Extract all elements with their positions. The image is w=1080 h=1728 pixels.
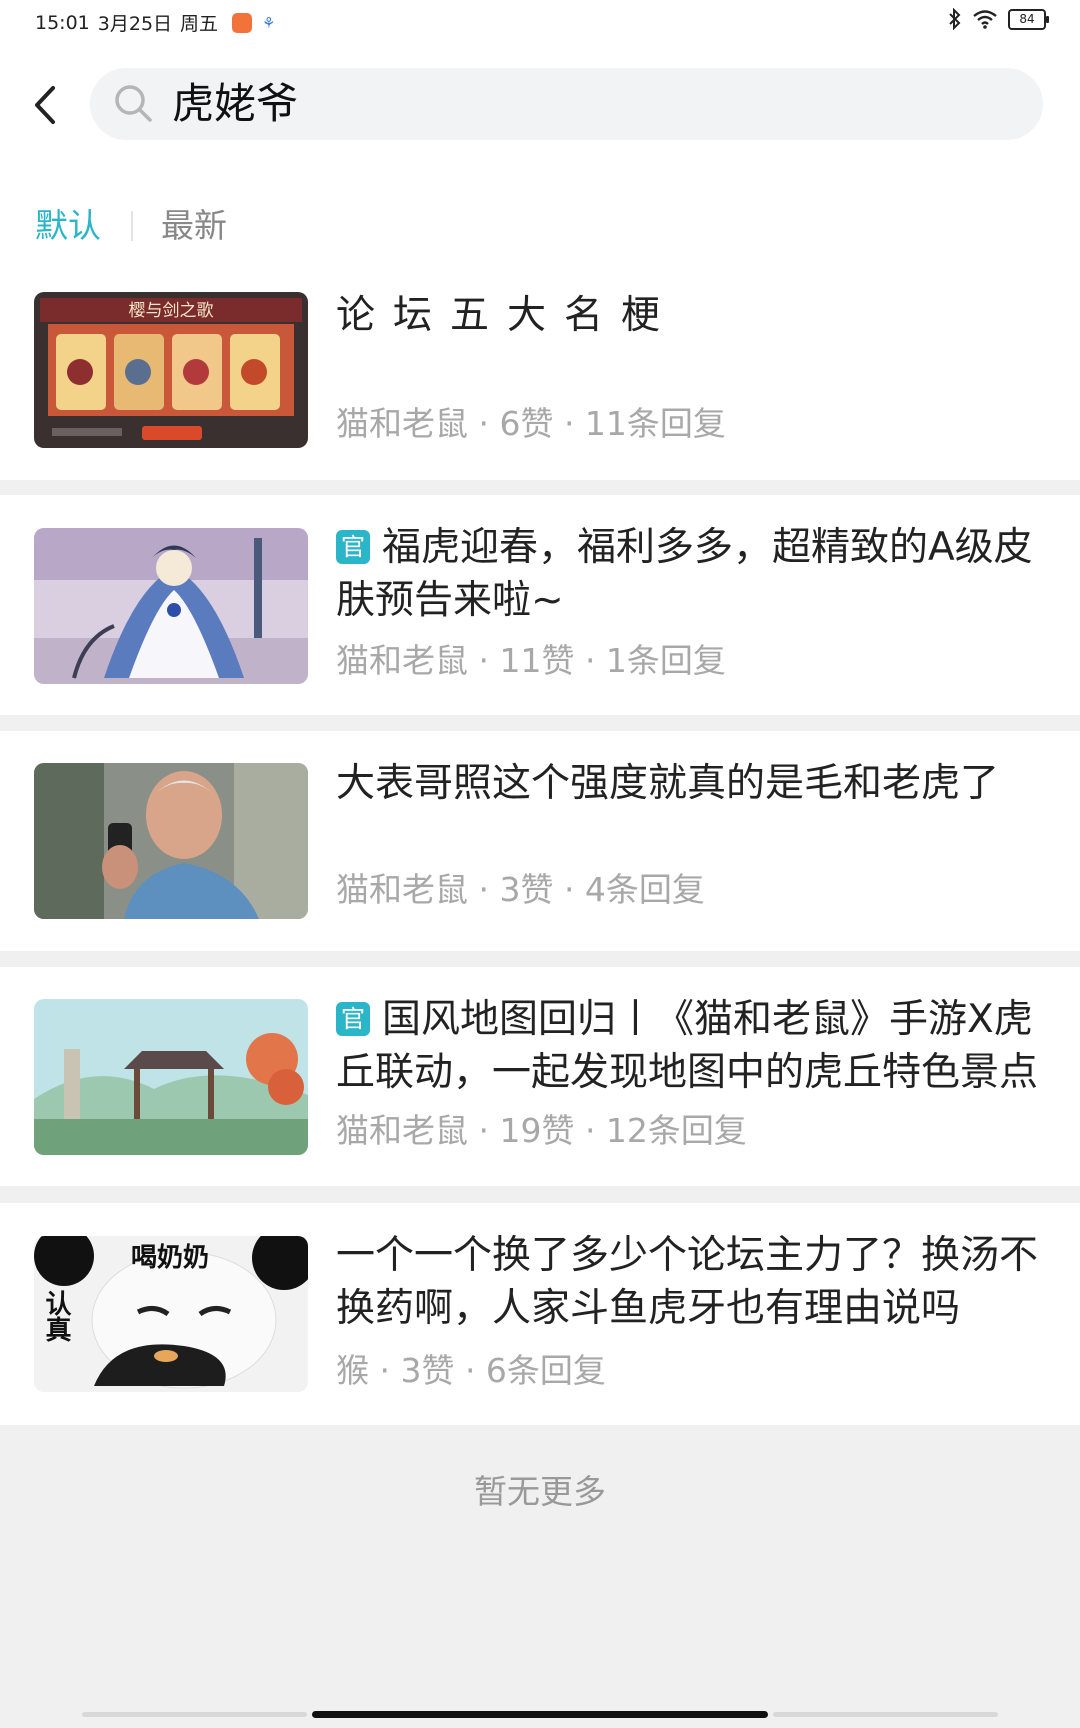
post-item[interactable]: 大表哥照这个强度就真的是毛和老虎了 猫和老鼠 · 3赞 · 4条回复 — [0, 731, 1080, 951]
search-input[interactable]: 虎姥爷 — [90, 68, 1043, 140]
post-title: 论坛五大名梗 — [336, 293, 679, 338]
tab-divider — [131, 211, 133, 241]
status-weekday: 周五 — [180, 13, 219, 35]
official-badge: 官 — [336, 530, 370, 564]
battery-icon: 84 — [1008, 8, 1049, 30]
sort-tabs: 默认 最新 — [35, 200, 227, 252]
post-meta: 猫和老鼠 · 11赞 · 1条回复 — [336, 641, 726, 680]
tab-latest[interactable]: 最新 — [161, 201, 227, 251]
thumbnail-image: 樱与剑之歌 — [34, 292, 308, 448]
post-meta: 猫和老鼠 · 3赞 · 4条回复 — [336, 870, 705, 909]
no-more-text: 暂无更多 — [474, 1472, 606, 1511]
post-item[interactable]: 官福虎迎春，福利多多，超精致的A级皮肤预告来啦~ 猫和老鼠 · 11赞 · 1条… — [0, 495, 1080, 715]
top-area: 15:01 3月25日 周五 ⚘ 84 虎姥爷 默认 最新 — [0, 0, 1080, 260]
tab-default[interactable]: 默认 — [35, 201, 101, 251]
thumbnail-caption-2: 认真 — [41, 1290, 71, 1342]
status-left: 15:01 3月25日 周五 ⚘ — [35, 9, 280, 36]
thumbnail-image: 喝奶奶 认真 — [34, 1236, 308, 1392]
status-time: 15:01 — [35, 11, 90, 34]
bluetooth-icon — [949, 8, 961, 30]
post-title: 大表哥照这个强度就真的是毛和老虎了 — [336, 761, 1000, 806]
post-thumbnail — [34, 763, 308, 919]
post-title-text: 福虎迎春，福利多多，超精致的A级皮肤预告来啦~ — [336, 525, 1033, 623]
post-meta: 猫和老鼠 · 6赞 · 11条回复 — [336, 404, 726, 443]
status-bar: 15:01 3月25日 周五 ⚘ 84 — [0, 0, 1080, 44]
official-badge: 官 — [336, 1002, 370, 1036]
post-thumbnail: 喝奶奶 认真 — [34, 1236, 308, 1392]
status-date: 3月25日 — [97, 13, 173, 35]
search-query-text: 虎姥爷 — [172, 79, 299, 128]
post-title: 官福虎迎春，福利多多，超精致的A级皮肤预告来啦~ — [336, 521, 1046, 627]
home-indicator[interactable] — [312, 1711, 768, 1718]
gesture-rail-left — [82, 1712, 307, 1717]
back-button[interactable] — [22, 78, 78, 134]
post-thumbnail: 樱与剑之歌 — [34, 292, 308, 448]
chevron-left-icon — [35, 86, 55, 124]
post-item[interactable]: 官国风地图回归丨《猫和老鼠》手游X虎丘联动，一起发现地图中的虎丘特色景点 猫和老… — [0, 967, 1080, 1186]
status-right: 84 — [948, 8, 1049, 30]
thumbnail-image — [34, 999, 308, 1155]
thumbnail-image — [34, 528, 308, 684]
wifi-icon — [973, 10, 997, 29]
post-meta: 猴 · 3赞 · 6条回复 — [336, 1351, 606, 1390]
post-item[interactable]: 樱与剑之歌 论坛五大名梗 猫和老鼠 · 6赞 · 11条回复 — [0, 260, 1080, 480]
post-thumbnail — [34, 528, 308, 684]
post-title: 一个一个换了多少个论坛主力了？换汤不换药啊，人家斗鱼虎牙也有理由说吗 — [336, 1233, 1039, 1331]
post-title: 官国风地图回归丨《猫和老鼠》手游X虎丘联动，一起发现地图中的虎丘特色景点 — [336, 993, 1046, 1099]
thumbnail-caption: 喝奶奶 — [131, 1242, 209, 1273]
post-item[interactable]: 喝奶奶 认真 一个一个换了多少个论坛主力了？换汤不换药啊，人家斗鱼虎牙也有理由说… — [0, 1203, 1080, 1425]
search-icon — [115, 85, 152, 122]
app-notification-icon-2: ⚘ — [262, 13, 276, 32]
thumbnail-caption: 樱与剑之歌 — [129, 301, 214, 321]
post-thumbnail — [34, 999, 308, 1155]
app-notification-icon — [232, 12, 253, 33]
post-title-text: 国风地图回归丨《猫和老鼠》手游X虎丘联动，一起发现地图中的虎丘特色景点 — [336, 997, 1039, 1095]
gesture-rail-right — [773, 1712, 998, 1717]
post-meta: 猫和老鼠 · 19赞 · 12条回复 — [336, 1111, 747, 1150]
thumbnail-image — [34, 763, 308, 919]
